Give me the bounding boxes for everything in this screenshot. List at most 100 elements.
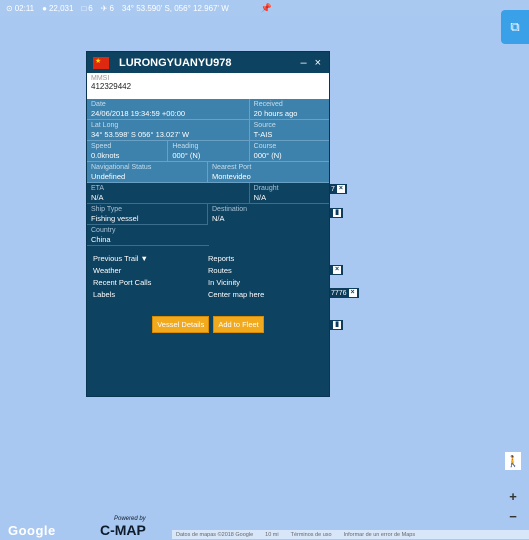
vessel-count: ● 22,031: [42, 4, 73, 13]
nav-status-label: Navigational Status: [91, 164, 152, 171]
map-data-attribution[interactable]: Datos de mapas ©2018 Google: [176, 532, 253, 538]
vessel-tag[interactable]: 7 ×: [329, 184, 347, 194]
latlong-label: Lat Long: [91, 122, 119, 129]
nearest-port-label: Nearest Port: [212, 164, 252, 171]
vessel-name[interactable]: LURONGYUANYU978: [119, 57, 231, 69]
country-cell: Country China: [87, 225, 209, 246]
latlong-value: 34° 53.598' S 056° 13.027' W: [91, 130, 190, 139]
zoom-control: + −: [503, 486, 523, 526]
vessel-tag[interactable]: ×: [329, 265, 343, 275]
popup-links: Previous Trail ▼ Reports Weather Routes …: [87, 246, 329, 300]
draught-value: N/A: [253, 193, 267, 202]
destination-label: Destination: [212, 206, 248, 213]
received-cell: Received 20 hours ago: [249, 99, 329, 120]
china-flag-icon: ★: [93, 56, 109, 69]
ship-type-label: Ship Type: [91, 206, 123, 213]
clock: ⊙ 02:11: [6, 4, 34, 13]
course-value: 000° (N): [253, 151, 282, 160]
layers-button[interactable]: ⧉: [501, 10, 529, 44]
speed-value: 0.0knots: [91, 151, 120, 160]
map-scale[interactable]: 10 mi: [265, 532, 278, 538]
received-label: Received: [253, 101, 283, 108]
clock-icon: ⊙: [6, 3, 13, 13]
cmap-logo-text: C-MAP: [100, 522, 146, 538]
heading-label: Heading: [172, 143, 199, 150]
mmsi-value[interactable]: 412329442: [91, 82, 325, 91]
close-icon[interactable]: ×: [348, 289, 357, 297]
routes-link[interactable]: Routes: [208, 266, 323, 276]
weather-link[interactable]: Weather: [93, 266, 208, 276]
tag-end-icon[interactable]: ▮: [333, 321, 341, 329]
vessel-count-value: 22,031: [48, 3, 74, 13]
add-to-fleet-button[interactable]: Add to Fleet: [213, 316, 264, 333]
popup-header: ★ LURONGYUANYU978 – ×: [87, 52, 329, 73]
nearest-port-value[interactable]: Montevideo: [212, 172, 325, 181]
vessel-details-button[interactable]: Vessel Details: [152, 316, 210, 333]
heading-value: 000° (N): [172, 151, 201, 160]
vessel-tag[interactable]: 7776 ×: [329, 288, 359, 298]
destination-cell: Destination N/A: [208, 204, 329, 225]
close-icon[interactable]: ×: [333, 266, 341, 274]
source-label: Source: [253, 122, 276, 129]
received-value: 20 hours ago: [253, 109, 298, 118]
plane-count: ✈ 6: [101, 4, 114, 13]
center-map-link[interactable]: Center map here: [208, 290, 323, 300]
close-button[interactable]: ×: [315, 57, 321, 69]
destination-value: N/A: [212, 214, 225, 223]
vessel-popup: ★ LURONGYUANYU978 – × MMSI 412329442 Dat…: [86, 51, 330, 397]
latlong-cell: Lat Long 34° 53.598' S 056° 13.027' W: [87, 120, 250, 141]
country-value: China: [91, 235, 111, 244]
vessel-tag[interactable]: ▮: [329, 208, 343, 218]
layers-icon: ⧉: [510, 19, 520, 34]
reports-link[interactable]: Reports: [208, 254, 323, 264]
mmsi-field: MMSI 412329442: [87, 73, 329, 99]
nearest-port-cell: Nearest Port Montevideo: [208, 162, 329, 183]
vessel-tag-label: 7776: [331, 289, 347, 297]
heading-cell: Heading 000° (N): [168, 141, 250, 162]
recent-port-calls-link[interactable]: Recent Port Calls: [93, 278, 208, 288]
pin-icon[interactable]: 📌: [261, 3, 272, 14]
zoom-in-button[interactable]: +: [509, 489, 517, 504]
box-count-value: 6: [88, 3, 93, 13]
popup-actions: Vessel Details Add to Fleet: [87, 316, 329, 333]
eta-cell: ETA N/A: [87, 183, 250, 204]
ship-type-value: Fishing vessel: [91, 214, 139, 223]
tag-end-icon[interactable]: ▮: [333, 209, 341, 217]
map-attribution-bar: Datos de mapas ©2018 Google 10 mi Términ…: [172, 530, 529, 539]
flag-star-icon: ★: [95, 57, 102, 65]
vessel-tag[interactable]: ▮: [329, 320, 343, 330]
date-label: Date: [91, 101, 106, 108]
labels-link[interactable]: Labels: [93, 290, 208, 300]
in-vicinity-link[interactable]: In Vicinity: [208, 278, 323, 288]
terms-link[interactable]: Términos de uso: [291, 532, 332, 538]
info-grid: Date 24/06/2018 19:34:59 +00:00 Received…: [87, 99, 329, 183]
mmsi-label: MMSI: [91, 75, 110, 82]
course-cell: Course 000° (N): [249, 141, 329, 162]
zoom-out-button[interactable]: −: [509, 509, 517, 524]
report-error-link[interactable]: Informar de un error de Maps: [344, 532, 416, 538]
speed-label: Speed: [91, 143, 112, 150]
globe-icon: ●: [42, 3, 47, 13]
draught-cell: Draught N/A: [249, 183, 329, 204]
vessel-tag-label: 7: [331, 185, 335, 193]
draught-label: Draught: [253, 185, 279, 192]
ship-type-cell: Ship Type Fishing vessel: [87, 204, 208, 225]
eta-value: N/A: [91, 193, 104, 202]
close-icon[interactable]: ×: [336, 185, 345, 193]
country-label: Country: [91, 227, 116, 234]
cursor-coords: 34° 53.590' S, 056° 12.967' W: [121, 3, 229, 13]
speed-cell: Speed 0.0knots: [87, 141, 169, 162]
plane-icon: ✈: [100, 3, 108, 13]
minimize-button[interactable]: –: [300, 57, 306, 69]
source-cell: Source T-AIS: [249, 120, 329, 141]
nav-status-value: Undefined: [91, 172, 126, 181]
box-icon: □: [81, 3, 87, 13]
cmap-logo: Powered by C-MAP: [100, 516, 146, 538]
previous-trail-link[interactable]: Previous Trail ▼: [93, 254, 208, 264]
course-label: Course: [253, 143, 277, 150]
date-cell: Date 24/06/2018 19:34:59 +00:00: [87, 99, 250, 120]
street-view-pegman-icon[interactable]: 🚶: [505, 452, 521, 470]
status-bar: ⊙ 02:11 ● 22,031 □ 6 ✈ 6 34° 53.590' S, 056°…: [0, 0, 529, 16]
clock-value: 02:11: [14, 3, 35, 13]
google-logo[interactable]: Google: [8, 523, 56, 538]
